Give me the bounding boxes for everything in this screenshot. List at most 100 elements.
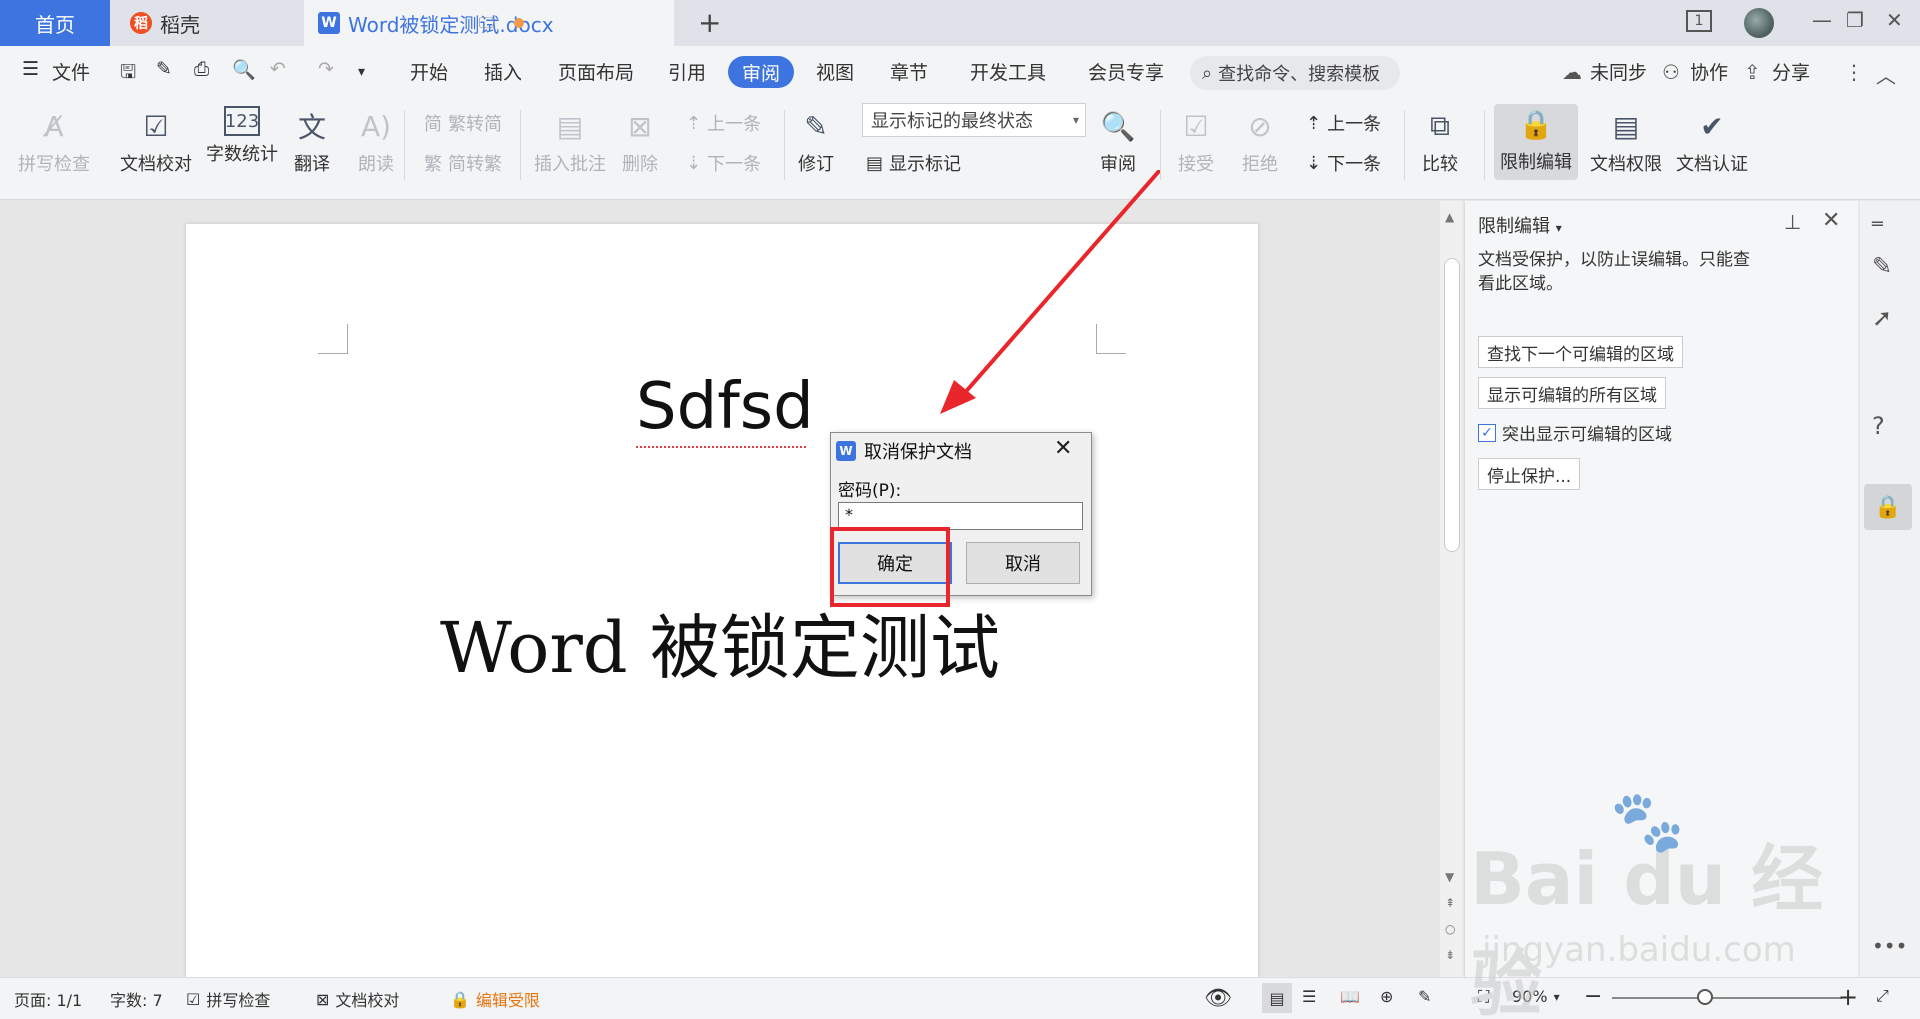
hamburger-icon[interactable]: ☰ (22, 58, 39, 80)
password-field[interactable]: * (838, 502, 1083, 530)
read-aloud-button[interactable]: A) 朗读 (356, 106, 396, 176)
menu-insert[interactable]: 插入 (484, 58, 522, 85)
pane-close-icon[interactable]: ✕ (1822, 208, 1840, 233)
avatar[interactable] (1744, 8, 1774, 38)
wordcount-button[interactable]: 123 字数统计 (206, 106, 278, 166)
tab-home[interactable]: 首页 (0, 0, 110, 46)
monitor-icon[interactable]: 🖵 (479, 13, 494, 33)
share-button[interactable]: 分享 (1772, 58, 1810, 85)
lock-icon[interactable]: 🔒 (1864, 484, 1912, 530)
page-count-icon[interactable]: 1 (1686, 10, 1712, 32)
select-browse-icon[interactable]: ○ (1445, 922, 1455, 936)
wps-writer-icon: W (836, 441, 856, 461)
web-view-icon[interactable]: ⊕ (1380, 987, 1393, 1006)
more-options-icon[interactable]: ••• (1872, 934, 1907, 958)
edit-restricted-status[interactable]: 🔒 编辑受限 (450, 987, 540, 1011)
write-mode-icon[interactable]: ✎ (1418, 987, 1431, 1006)
delete-comment-button[interactable]: ⊠ 删除 (620, 106, 660, 176)
tab-daoke[interactable]: 稻 稻壳 (114, 0, 300, 46)
page-indicator[interactable]: 页面: 1/1 (14, 987, 82, 1011)
trad-to-simp-button[interactable]: 简 繁转简 (424, 110, 502, 136)
review-pane-button[interactable]: 🔍 审阅 (1098, 106, 1138, 176)
menu-member[interactable]: 会员专享 (1088, 58, 1164, 85)
fullscreen-icon[interactable]: ⤢ (1876, 986, 1889, 1006)
pane-title[interactable]: 限制编辑 ▾ (1478, 212, 1562, 238)
doc-rights-button[interactable]: ▤ 文档权限 (1590, 106, 1662, 176)
outline-view-icon[interactable]: ☰ (1302, 987, 1316, 1006)
prev-page-icon[interactable]: ⇞ (1445, 896, 1455, 910)
simp-to-trad-label: 简转繁 (448, 154, 502, 175)
doc-cert-button[interactable]: ✔ 文档认证 (1676, 106, 1748, 176)
menu-chapter[interactable]: 章节 (890, 58, 928, 85)
show-all-editable-button[interactable]: 显示可编辑的所有区域 (1478, 377, 1666, 409)
print-icon[interactable]: ⎙ (194, 58, 209, 80)
next-comment-button[interactable]: ⇣ 下一条 (686, 150, 761, 176)
eye-icon[interactable]: 👁 (1204, 986, 1232, 1011)
dialog-title-bar[interactable]: W 取消保护文档 (836, 438, 972, 464)
menu-view[interactable]: 视图 (816, 58, 854, 85)
next-change-button[interactable]: ⇣ 下一条 (1306, 150, 1381, 176)
zoom-in-icon[interactable]: + (1838, 983, 1858, 1011)
share-icon[interactable]: ⇪ (1744, 60, 1761, 84)
cloud-sync-icon[interactable]: ☁ (1562, 60, 1582, 84)
pin-icon[interactable]: ⊥ (1784, 210, 1801, 234)
collab-button[interactable]: 协作 (1690, 58, 1728, 85)
close-window-icon[interactable]: ✕ (1886, 8, 1903, 32)
menu-start[interactable]: 开始 (410, 58, 448, 85)
reject-button[interactable]: ⊘ 拒绝 (1240, 106, 1280, 176)
new-tab-button[interactable]: + (698, 6, 721, 39)
menu-page-layout[interactable]: 页面布局 (558, 58, 634, 85)
prev-change-button[interactable]: ⇡ 上一条 (1306, 110, 1381, 136)
tab-document[interactable]: W Word被锁定测试.docx 🖵 (304, 0, 674, 46)
collab-icon[interactable]: ⚇ (1662, 60, 1680, 84)
redo-icon[interactable]: ↷ (318, 58, 334, 80)
document-text-line[interactable]: Sdfsd (636, 370, 814, 444)
next-page-icon[interactable]: ⇟ (1445, 948, 1455, 962)
undo-icon[interactable]: ↶ (270, 58, 286, 80)
stop-protection-button[interactable]: 停止保护... (1478, 458, 1581, 490)
more-icon[interactable]: ⋮ (1844, 60, 1864, 84)
proofread-button[interactable]: ☑ 文档校对 (120, 106, 192, 176)
cursor-icon[interactable]: ➚ (1872, 304, 1892, 332)
help-icon[interactable]: ? (1872, 412, 1885, 440)
status-spellcheck[interactable]: ☑ 拼写检查 (186, 987, 270, 1011)
find-next-editable-button[interactable]: 查找下一个可编辑的区域 (1478, 336, 1683, 368)
reading-view-icon[interactable]: 📖 (1340, 987, 1360, 1006)
simp-to-trad-button[interactable]: 繁 简转繁 (424, 150, 502, 176)
save-icon[interactable]: 🖫 (120, 58, 136, 90)
menu-review[interactable]: 审阅 (728, 56, 794, 88)
page-view-icon[interactable]: ▤ (1262, 983, 1292, 1013)
document-text-line[interactable]: Word 被锁定测试 (440, 592, 1000, 693)
scroll-down-icon[interactable]: ▼ (1445, 870, 1454, 884)
spellcheck-button[interactable]: A̸ 拼写检查 (18, 106, 90, 176)
revise-button[interactable]: ✎ 修订 (796, 106, 836, 176)
word-count-indicator[interactable]: 字数: 7 (110, 987, 163, 1011)
pen-icon[interactable]: ✎ (1872, 252, 1892, 280)
status-proofread[interactable]: ⊠ 文档校对 (316, 987, 399, 1011)
collapse-ribbon-icon[interactable]: ︿ (1876, 60, 1896, 89)
menu-reference[interactable]: 引用 (668, 58, 706, 85)
highlight-editable-checkbox[interactable]: ✓ 突出显示可编辑的区域 (1478, 420, 1672, 445)
sync-status[interactable]: 未同步 (1590, 58, 1647, 85)
minimize-icon[interactable]: — (1812, 8, 1832, 32)
restrict-edit-button[interactable]: 🔒 限制编辑 (1494, 104, 1578, 180)
print-preview-icon[interactable]: 🔍 (232, 58, 256, 81)
command-search[interactable]: ⌕ 查找命令、搜索模板 (1190, 56, 1400, 90)
highlight-box (830, 527, 950, 607)
cancel-button[interactable]: 取消 (966, 542, 1080, 584)
scroll-up-icon[interactable]: ▲ (1445, 210, 1454, 224)
menu-dev-tools[interactable]: 开发工具 (970, 58, 1046, 85)
translate-button[interactable]: 文 翻译 (292, 106, 332, 176)
spelling-squiggle (636, 444, 806, 448)
accept-button[interactable]: ☑ 接受 (1176, 106, 1216, 176)
dialog-close-icon[interactable]: ✕ (1054, 436, 1072, 461)
scrollbar-thumb[interactable] (1444, 258, 1460, 552)
format-painter-icon[interactable]: ✎ (156, 58, 172, 80)
restore-icon[interactable]: ❐ (1846, 8, 1864, 32)
markup-state-select[interactable]: 显示标记的最终状态 (862, 103, 1086, 137)
menu-file[interactable]: 文件 (52, 58, 90, 85)
insert-comment-button[interactable]: ▤ 插入批注 (534, 106, 606, 176)
quick-access-dropdown-icon[interactable]: ▾ (358, 64, 365, 80)
prev-comment-button[interactable]: ⇡ 上一条 (686, 110, 761, 136)
compare-button[interactable]: ⧉ 比较 (1420, 106, 1460, 176)
